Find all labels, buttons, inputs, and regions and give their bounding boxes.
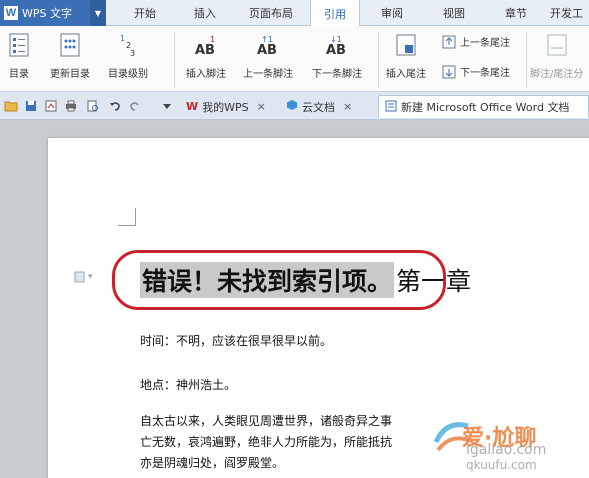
doc-tab-cloud-label: 云文档 — [302, 100, 335, 114]
insert-footnote-icon: AB 1 — [193, 30, 219, 60]
print-preview-icon[interactable] — [86, 99, 100, 113]
footnote-endnote-label: 脚注/尾注分 — [530, 69, 584, 80]
doc-tab-current[interactable]: 新建 Microsoft Office Word 文档 — [378, 95, 589, 118]
print-icon[interactable] — [64, 99, 78, 113]
insert-endnote-icon — [393, 30, 419, 60]
tab-review[interactable]: 审阅 — [372, 0, 412, 26]
svg-text:1: 1 — [120, 34, 125, 43]
prev-footnote-icon: AB ↑1 — [255, 30, 281, 60]
svg-text:AB: AB — [326, 43, 346, 58]
toc-button[interactable]: 目录 — [6, 30, 32, 80]
update-toc-label: 更新目录 — [50, 69, 90, 80]
menu-tab-bar: W WPS 文字 ▼ 开始 插入 页面布局 引用 审阅 视图 章节 开发工 — [0, 0, 589, 27]
tab-start[interactable]: 开始 — [124, 0, 166, 26]
insert-footnote-label: 插入脚注 — [186, 69, 226, 80]
open-folder-icon[interactable] — [4, 99, 18, 113]
next-endnote-label: 下一条尾注 — [460, 68, 510, 79]
prev-endnote-label: 上一条尾注 — [460, 38, 510, 49]
prev-endnote-icon — [441, 35, 457, 49]
doc-tab-my-wps[interactable]: W 我的WPS × — [180, 95, 272, 118]
tab-view[interactable]: 视图 — [434, 0, 474, 26]
body-line-3: 自太古以来，人类眼见周遭世界，诸般奇异之事 — [140, 414, 393, 428]
ribbon-separator — [526, 32, 527, 88]
site-watermark: 爱·尬聊 igaliao.com qkuufu.com — [432, 402, 589, 478]
svg-text:AB: AB — [195, 43, 215, 58]
export-pdf-icon[interactable] — [44, 99, 58, 113]
page-margin-marker — [118, 208, 136, 226]
doc-tab-my-wps-label: 我的WPS — [202, 100, 249, 114]
svg-text:↑1: ↑1 — [261, 35, 273, 44]
doc-tab-cloud-docs[interactable]: 云文档 × — [280, 95, 358, 118]
doc-tab-current-label: 新建 Microsoft Office Word 文档 — [401, 101, 570, 114]
toc-level-icon: 123 — [115, 30, 141, 60]
close-icon[interactable]: × — [343, 100, 352, 113]
next-footnote-icon: AB ↓1 — [324, 30, 350, 60]
update-toc-icon — [57, 30, 83, 60]
watermark-url: igaliao.com — [466, 442, 547, 458]
prev-footnote-label: 上一条脚注 — [243, 69, 293, 80]
tab-page-layout[interactable]: 页面布局 — [238, 0, 304, 26]
close-icon[interactable]: × — [257, 100, 266, 113]
save-icon[interactable] — [24, 99, 38, 113]
body-line-4: 亡无数，哀鸿遍野，绝非人力所能为，所能抵抗 — [140, 435, 393, 449]
ribbon-separator — [378, 32, 379, 88]
next-footnote-button[interactable]: AB ↓1 下一条脚注 — [312, 30, 362, 80]
tab-insert[interactable]: 插入 — [185, 0, 225, 26]
references-ribbon: 目录 更新目录 123 目录级别 AB 1 插入脚注 AB ↑1 上一条脚注 AB ↓… — [0, 26, 589, 92]
svg-text:AB: AB — [257, 43, 277, 58]
next-endnote-icon — [441, 65, 457, 79]
footnote-endnote-separator-button[interactable]: 脚注/尾注分 — [530, 30, 583, 80]
update-toc-button[interactable]: 更新目录 — [50, 30, 90, 80]
ribbon-separator — [174, 32, 175, 88]
highlight-circle — [112, 250, 446, 310]
insert-endnote-label: 插入尾注 — [386, 69, 426, 80]
insert-footnote-button[interactable]: AB 1 插入脚注 — [186, 30, 226, 80]
prev-footnote-button[interactable]: AB ↑1 上一条脚注 — [243, 30, 293, 80]
toc-level-label: 目录级别 — [108, 69, 148, 80]
svg-text:↓1: ↓1 — [330, 35, 342, 44]
document-icon — [385, 100, 397, 115]
tab-developer[interactable]: 开发工 — [550, 0, 589, 26]
insert-endnote-button[interactable]: 插入尾注 — [386, 30, 426, 80]
undo-icon[interactable] — [108, 99, 122, 113]
svg-text:1: 1 — [210, 35, 215, 44]
wps-w-icon: W — [186, 100, 199, 113]
body-line-time: 时间：不明，应该在很早很早以前。 — [140, 334, 333, 348]
footnote-separator-icon — [544, 30, 570, 60]
paragraph-handle-icon[interactable]: ▾ — [74, 271, 93, 283]
wps-app-menu-button[interactable]: W WPS 文字 ▼ — [0, 0, 106, 26]
watermark-url-2: qkuufu.com — [466, 458, 537, 472]
toc-icon — [6, 30, 32, 60]
wps-logo-icon: W — [4, 6, 18, 20]
quick-access-bar: W 我的WPS × 云文档 × 新建 Microsoft Office Word… — [0, 92, 589, 120]
app-menu-caret-icon[interactable]: ▼ — [90, 0, 106, 26]
body-line-5: 亦是阴魂归处，阎罗殿堂。 — [140, 456, 285, 470]
redo-icon[interactable] — [128, 99, 142, 113]
next-footnote-label: 下一条脚注 — [312, 69, 362, 80]
prev-endnote-button[interactable]: 上一条尾注 — [441, 34, 510, 49]
customize-toolbar-icon[interactable] — [160, 99, 174, 113]
tab-references[interactable]: 引用 — [310, 0, 360, 27]
app-title: WPS 文字 — [22, 7, 72, 20]
toc-label: 目录 — [9, 69, 29, 80]
toc-level-button[interactable]: 123 目录级别 — [108, 30, 148, 80]
body-line-place: 地点：神州浩土。 — [140, 378, 237, 392]
tab-sections[interactable]: 章节 — [496, 0, 536, 26]
next-endnote-button[interactable]: 下一条尾注 — [441, 64, 510, 79]
svg-text:3: 3 — [130, 49, 135, 58]
cloud-cube-icon — [286, 99, 298, 114]
